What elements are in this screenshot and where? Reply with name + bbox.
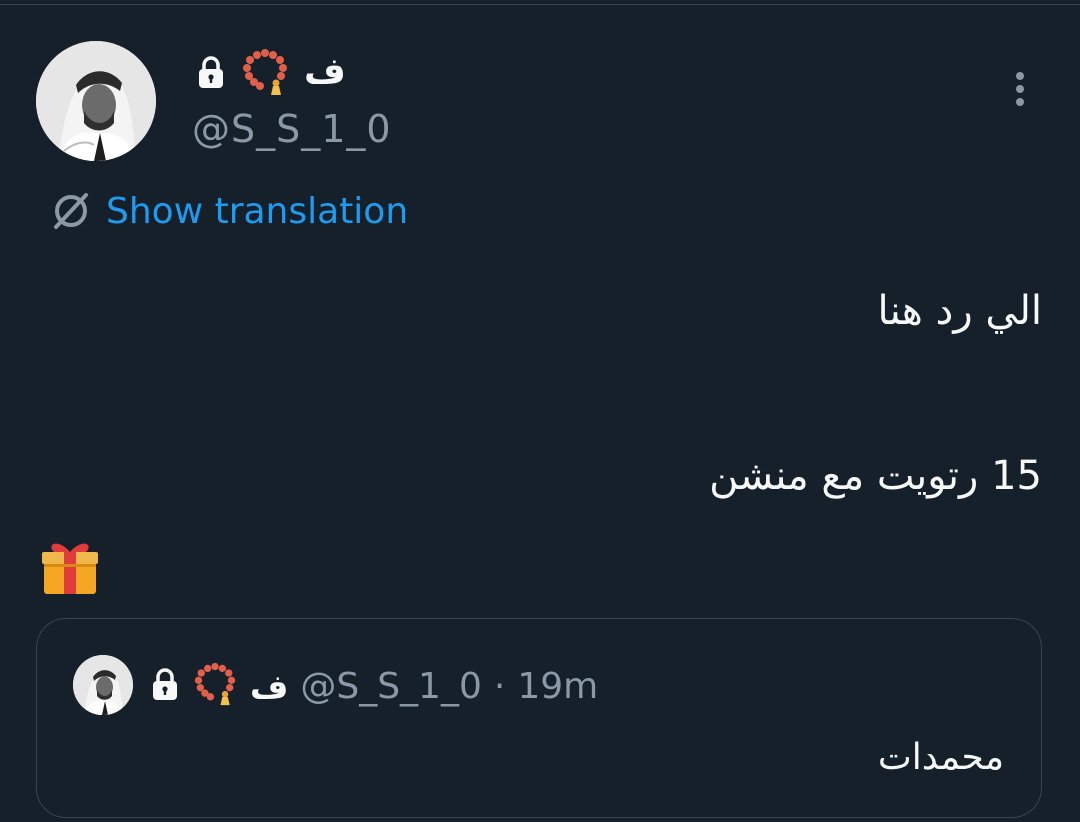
author-name-row[interactable]: ف [196, 48, 346, 96]
avatar-photo-icon [73, 655, 133, 715]
quoted-tweet-card[interactable] [36, 618, 1042, 818]
tweet-text-line: 15 رتويت مع منشن [709, 453, 1042, 499]
lock-icon [196, 55, 226, 89]
divider [0, 4, 1080, 5]
author-handle[interactable]: @S_S_1_0 [192, 104, 392, 154]
quote-author-avatar [73, 655, 133, 715]
author-avatar[interactable] [36, 41, 156, 161]
quote-separator: · [493, 665, 506, 707]
lock-icon [150, 667, 180, 705]
avatar-photo-icon [36, 41, 156, 161]
quote-timestamp[interactable]: 19m [517, 666, 598, 707]
quote-handle: @S_S_1_0 [300, 665, 482, 707]
translate-icon [50, 189, 92, 235]
tweet-detail-page: ف @S_S_1_0 Show translation الي رد هنا 1… [0, 0, 1080, 822]
quote-header: ف @S_S_1_0 · 19m [150, 662, 598, 710]
prayer-beads-icon [240, 48, 290, 96]
quote-display-name: ف [250, 666, 289, 706]
author-display-name[interactable]: ف [304, 48, 346, 96]
tweet-text-line: الي رد هنا [877, 288, 1042, 334]
more-vertical-icon[interactable] [1006, 70, 1034, 110]
show-translation-label[interactable]: Show translation [106, 190, 408, 234]
quote-text: محمدات [877, 737, 1004, 778]
prayer-beads-icon [192, 662, 238, 710]
gift-icon [40, 536, 100, 596]
show-translation-button[interactable]: Show translation [50, 190, 408, 234]
